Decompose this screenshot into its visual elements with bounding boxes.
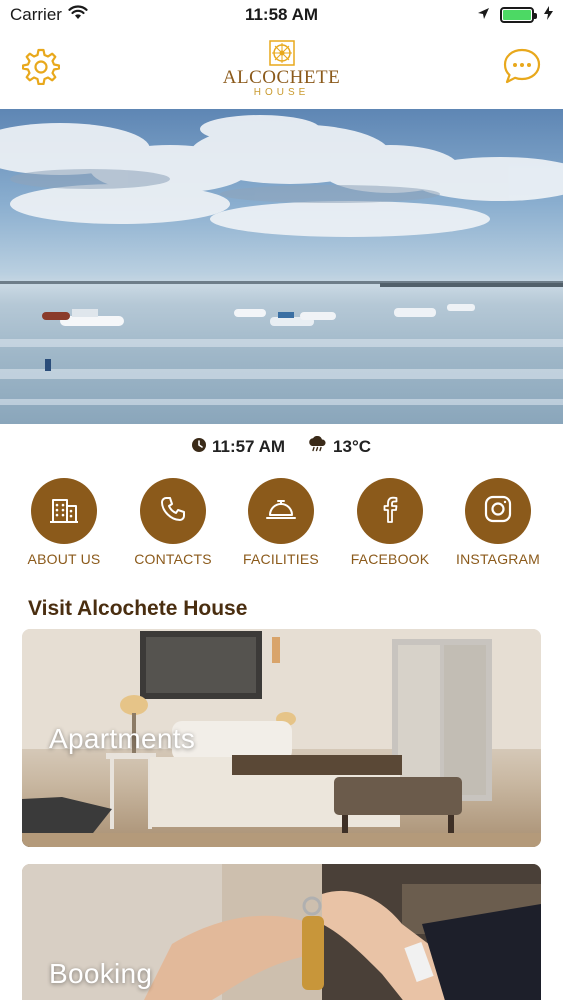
battery-icon	[500, 7, 537, 23]
booking-card[interactable]: Booking	[22, 864, 541, 1000]
time-value: 11:57 AM	[211, 436, 286, 456]
card-label: Apartments	[49, 723, 196, 754]
status-right	[477, 5, 553, 25]
info-row: 11:57 AM 13°C	[0, 435, 563, 457]
apartments-card[interactable]: Apartments	[22, 629, 541, 847]
instagram-icon	[483, 494, 513, 529]
service-bell-icon	[264, 494, 298, 529]
action-label: FACILITIES	[243, 551, 319, 567]
facebook-button[interactable]: FACEBOOK	[335, 478, 445, 567]
status-bar: Carrier 11:58 AM	[0, 0, 563, 30]
clock-icon	[191, 437, 206, 457]
contacts-button[interactable]: CONTACTS	[118, 478, 228, 567]
facilities-button[interactable]: FACILITIES	[226, 478, 336, 567]
cloud-rain-icon	[307, 435, 327, 457]
action-circle	[140, 478, 206, 544]
bolt-icon	[544, 5, 553, 25]
brand-logo: ALCOCHETE HOUSE	[0, 38, 563, 98]
section-title: Visit Alcochete House	[28, 597, 248, 620]
app-header: ALCOCHETE HOUSE	[0, 30, 563, 108]
phone-icon	[158, 494, 188, 529]
logo-subtitle: HOUSE	[253, 87, 310, 98]
local-time: 11:57 AM	[191, 436, 286, 457]
chat-button[interactable]	[502, 48, 542, 88]
chat-bubble-icon	[502, 47, 542, 90]
status-left: Carrier	[10, 5, 88, 25]
logo-name: ALCOCHETE	[222, 67, 341, 88]
location-arrow-icon	[477, 5, 490, 25]
hero-photo	[0, 109, 563, 424]
facebook-icon	[377, 494, 403, 529]
weather: 13°C	[307, 435, 372, 457]
action-circle	[31, 478, 97, 544]
quick-actions: ABOUT US CONTACTS FACILITIES FACEBOOK IN…	[0, 478, 563, 578]
wifi-icon	[68, 5, 88, 25]
building-icon	[47, 492, 81, 531]
temperature-value: 13°C	[333, 436, 372, 456]
instagram-button[interactable]: INSTAGRAM	[443, 478, 553, 567]
action-label: FACEBOOK	[350, 551, 430, 567]
about-us-button[interactable]: ABOUT US	[9, 478, 119, 567]
logo-emblem-icon	[268, 40, 295, 66]
action-label: CONTACTS	[134, 551, 212, 567]
action-circle	[248, 478, 314, 544]
carrier-label: Carrier	[10, 5, 62, 24]
action-label: ABOUT US	[27, 551, 101, 567]
action-circle	[357, 478, 423, 544]
card-label: Booking	[49, 958, 153, 989]
action-circle	[465, 478, 531, 544]
action-label: INSTAGRAM	[456, 551, 540, 567]
